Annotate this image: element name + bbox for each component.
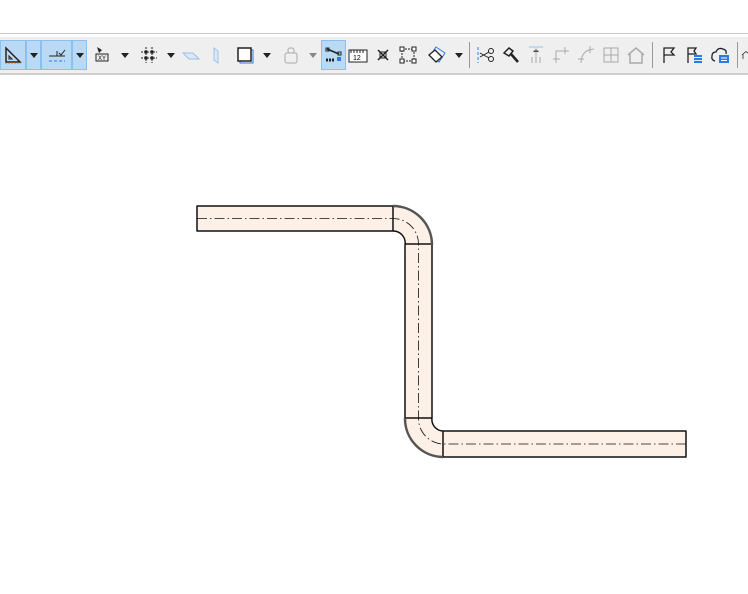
hammer-adjust-icon <box>502 47 519 63</box>
flag-list-button[interactable] <box>683 40 705 70</box>
title-area <box>0 0 748 34</box>
flag-icon <box>663 47 676 63</box>
3d-view-dropdown-arrow[interactable] <box>455 53 463 58</box>
roof-button[interactable] <box>625 40 647 70</box>
flag-button[interactable] <box>658 40 680 70</box>
cloud-list-icon <box>711 47 729 63</box>
3d-view-button[interactable] <box>424 40 450 70</box>
corner-icon <box>553 47 569 63</box>
offset-button[interactable] <box>600 40 622 70</box>
measure-ruler-button[interactable]: 12 <box>347 40 369 70</box>
bounding-box-icon <box>399 46 417 64</box>
snap-guide-icon <box>48 49 65 62</box>
bounding-box-button[interactable] <box>397 40 419 70</box>
toolbar: XY 12 <box>0 37 748 75</box>
scissors-split-icon <box>477 47 494 63</box>
fillet-button[interactable] <box>575 40 597 70</box>
pipe-centerline <box>197 218 686 445</box>
layers-dropdown-arrow[interactable] <box>263 53 271 58</box>
offset-icon <box>603 47 619 63</box>
weight-lock-button[interactable] <box>280 40 302 70</box>
angle-ruler-button[interactable] <box>0 40 26 70</box>
cloud-list-button[interactable] <box>708 40 732 70</box>
svg-text:12: 12 <box>353 55 361 62</box>
toolbar-separator <box>737 42 738 68</box>
angle-ruler-dropdown[interactable] <box>26 40 41 70</box>
grid-dropdown-arrow[interactable] <box>167 53 175 58</box>
plane-horizontal-icon <box>181 52 201 60</box>
plane-horizontal-button[interactable] <box>180 40 202 70</box>
corner-button[interactable] <box>550 40 572 70</box>
xy-coordinates-icon: XY <box>95 47 109 62</box>
magic-wand-select-button[interactable] <box>321 40 346 70</box>
xy-dropdown-arrow[interactable] <box>121 53 129 58</box>
weight-lock-icon <box>284 47 298 64</box>
grid-snap-icon <box>141 47 157 63</box>
toolbar-separator <box>652 42 653 68</box>
pipe-body[interactable] <box>196 205 687 458</box>
weight-dropdown-arrow[interactable] <box>309 53 317 58</box>
elevate-icon <box>529 46 543 63</box>
elevate-button[interactable] <box>525 40 547 70</box>
flag-list-icon <box>687 47 702 63</box>
scissors-split-button[interactable] <box>475 40 497 70</box>
angle-ruler-icon <box>5 46 22 64</box>
toolbar-separator <box>469 42 470 68</box>
snap-guide-dropdown[interactable] <box>72 40 87 70</box>
grid-snap-button[interactable] <box>137 40 161 70</box>
intersection-button[interactable] <box>372 40 394 70</box>
3d-view-icon <box>428 46 446 63</box>
fillet-icon <box>578 46 595 64</box>
measure-ruler-icon: 12 <box>348 49 368 63</box>
layers-square-icon <box>237 47 254 64</box>
svg-text:XY: XY <box>98 56 106 62</box>
snap-guide-button[interactable] <box>41 40 72 70</box>
drawing-canvas[interactable] <box>0 75 748 594</box>
layers-square-button[interactable] <box>233 40 257 70</box>
plane-vertical-button[interactable] <box>206 40 226 70</box>
roof-house-button[interactable] <box>741 40 748 70</box>
magic-wand-select-icon <box>325 47 341 62</box>
plane-vertical-icon <box>213 47 219 64</box>
hammer-adjust-button[interactable] <box>500 40 522 70</box>
intersection-icon <box>377 49 389 61</box>
pipe-element[interactable] <box>196 204 687 459</box>
xy-coordinates-button[interactable]: XY <box>92 40 116 70</box>
house-icon <box>741 51 748 59</box>
roof-icon <box>627 47 645 64</box>
